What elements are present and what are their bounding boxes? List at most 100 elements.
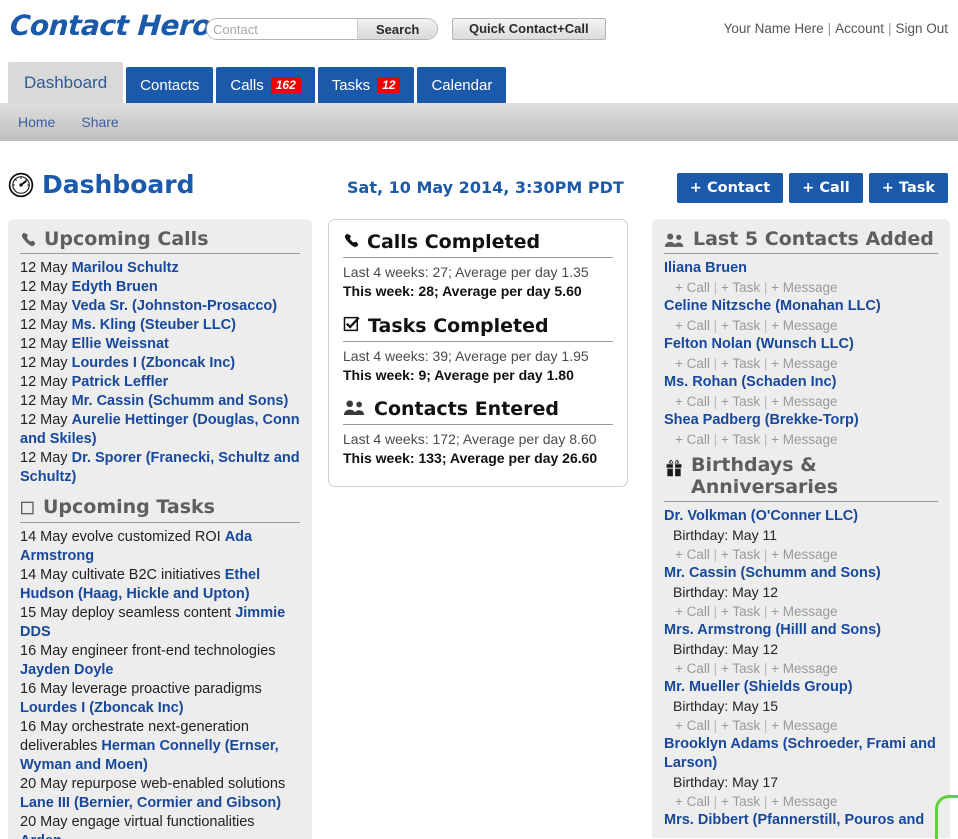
birthday-contact-name-link[interactable]: Dr. Volkman (O'Conner LLC) [664, 507, 938, 526]
account-link[interactable]: Account [835, 21, 884, 36]
tab-calendar[interactable]: Calendar [417, 67, 507, 103]
add-task-link[interactable]: + Task [721, 432, 760, 447]
add-task-link[interactable]: + Task [721, 718, 760, 733]
list-item[interactable]: 16 May orchestrate next-generation deliv… [20, 718, 300, 775]
add-call-link[interactable]: + Call [675, 547, 710, 562]
add-task-link[interactable]: + Task [721, 794, 760, 809]
add-message-link[interactable]: + Message [771, 280, 837, 295]
add-message-link[interactable]: + Message [771, 356, 837, 371]
add-message-link[interactable]: + Message [771, 661, 837, 676]
tab-calls[interactable]: Calls 162 [216, 67, 315, 103]
list-item[interactable]: 16 May engineer front-end technologies J… [20, 642, 300, 680]
birthday-contact-name-link[interactable]: Brooklyn Adams (Schroeder, Frami and Lar… [664, 735, 938, 773]
stat-title: Calls Completed [367, 231, 541, 254]
birthday-contact-name-link[interactable]: Mr. Mueller (Shields Group) [664, 678, 938, 697]
add-call-link[interactable]: + Call [675, 604, 710, 619]
add-message-link[interactable]: + Message [771, 794, 837, 809]
add-call-link[interactable]: + Call [675, 318, 710, 333]
add-call-link[interactable]: + Call [675, 432, 710, 447]
list-item[interactable]: 12 May Marilou Schultz [20, 259, 300, 278]
list-item[interactable]: 20 May repurpose web-enabled solutions L… [20, 775, 300, 813]
item-contact-name[interactable]: Jayden Doyle [20, 662, 114, 678]
user-name-link[interactable]: Your Name Here [724, 21, 824, 36]
search-input[interactable] [207, 19, 357, 39]
item-contact-name[interactable]: Arden [20, 833, 62, 839]
contact-name-link[interactable]: Shea Padberg (Brekke-Torp) [664, 411, 938, 430]
contact-name-link[interactable]: Felton Nolan (Wunsch LLC) [664, 335, 938, 354]
add-call-link[interactable]: + Call [675, 661, 710, 676]
item-contact-name[interactable]: Lourdes I (Zboncak Inc) [72, 355, 236, 371]
add-task-link[interactable]: + Task [721, 661, 760, 676]
add-message-link[interactable]: + Message [771, 718, 837, 733]
item-contact-name[interactable]: Lane III (Bernier, Cormier and Gibson) [20, 795, 281, 811]
list-item[interactable]: 20 May engage virtual functionalities Ar… [20, 813, 300, 839]
add-task-link[interactable]: + Task [721, 547, 760, 562]
add-message-link[interactable]: + Message [771, 547, 837, 562]
list-item[interactable]: 12 May Ms. Kling (Steuber LLC) [20, 316, 300, 335]
tab-tasks[interactable]: Tasks 12 [317, 67, 415, 103]
birthday-contact-name-link[interactable]: Mrs. Dibbert (Pfannerstill, Pouros and [664, 811, 938, 830]
list-item[interactable]: 14 May evolve customized ROI Ada Armstro… [20, 528, 300, 566]
add-task-link[interactable]: + Task [721, 604, 760, 619]
list-item[interactable]: 12 May Edyth Bruen [20, 278, 300, 297]
item-contact-name[interactable]: Lourdes I (Zboncak Inc) [20, 700, 184, 716]
stat-title: Contacts Entered [374, 398, 560, 421]
subnav-item-share[interactable]: Share [81, 114, 118, 130]
add-message-link[interactable]: + Message [771, 604, 837, 619]
add-call-link[interactable]: + Call [675, 794, 710, 809]
add-call-link[interactable]: + Call [675, 718, 710, 733]
birthday-contact-name-link[interactable]: Mrs. Armstrong (Hilll and Sons) [664, 621, 938, 640]
search-button[interactable]: Search [357, 19, 438, 39]
subnav-item-home[interactable]: Home [18, 114, 55, 130]
item-contact-name[interactable]: Edyth Bruen [72, 279, 158, 295]
stat-header: Contacts Entered [343, 399, 613, 425]
app-logo[interactable]: Contact Hero [9, 9, 213, 42]
list-item[interactable]: 12 May Ellie Weissnat [20, 335, 300, 354]
add-task-link[interactable]: + Task [721, 356, 760, 371]
tab-contacts[interactable]: Contacts [126, 67, 214, 103]
list-item[interactable]: 12 May Lourdes I (Zboncak Inc) [20, 354, 300, 373]
add-call-button[interactable]: + Call [789, 173, 863, 203]
birthday-contact-name-link[interactable]: Mr. Cassin (Schumm and Sons) [664, 564, 938, 583]
add-task-link[interactable]: + Task [721, 318, 760, 333]
contact-name-link[interactable]: Celine Nitzsche (Monahan LLC) [664, 297, 938, 316]
stat-title: Tasks Completed [368, 314, 549, 337]
add-call-link[interactable]: + Call [675, 394, 710, 409]
list-item[interactable]: 16 May leverage proactive paradigms Lour… [20, 680, 300, 718]
contact-name-link[interactable]: Iliana Bruen [664, 259, 938, 278]
add-contact-button[interactable]: + Contact [676, 173, 784, 203]
list-item[interactable]: 12 May Aurelie Hettinger (Douglas, Conn … [20, 411, 300, 449]
add-task-button[interactable]: + Task [868, 173, 948, 203]
birthdays-list: Dr. Volkman (O'Conner LLC) Birthday: May … [664, 507, 938, 830]
contact-name-link[interactable]: Ms. Rohan (Schaden Inc) [664, 373, 938, 392]
link-separator: | [713, 603, 718, 619]
add-call-link[interactable]: + Call [675, 356, 710, 371]
item-contact-name[interactable]: Mr. Cassin (Schumm and Sons) [72, 393, 289, 409]
item-contact-name[interactable]: Marilou Schultz [72, 260, 179, 276]
tab-label: Calendar [431, 76, 493, 94]
add-message-link[interactable]: + Message [771, 432, 837, 447]
list-item[interactable]: 12 May Mr. Cassin (Schumm and Sons) [20, 392, 300, 411]
tab-label: Calls [230, 76, 264, 94]
add-message-link[interactable]: + Message [771, 394, 837, 409]
list-item[interactable]: 15 May deploy seamless content Jimmie DD… [20, 604, 300, 642]
tab-dashboard[interactable]: Dashboard [8, 62, 124, 103]
phone-icon [343, 232, 360, 254]
add-task-link[interactable]: + Task [721, 280, 760, 295]
item-contact-name[interactable]: Veda Sr. (Johnston-Prosacco) [72, 298, 277, 314]
statistics-panel: Calls Completed Last 4 weeks: 27; Average… [328, 219, 628, 487]
add-call-link[interactable]: + Call [675, 280, 710, 295]
sign-out-link[interactable]: Sign Out [895, 21, 948, 36]
list-item[interactable]: 12 May Dr. Sporer (Franecki, Schultz and… [20, 449, 300, 487]
item-contact-name[interactable]: Ellie Weissnat [72, 336, 169, 352]
list-item[interactable]: 14 May cultivate B2C initiatives Ethel H… [20, 566, 300, 604]
list-item[interactable]: 12 May Patrick Leffler [20, 373, 300, 392]
add-message-link[interactable]: + Message [771, 318, 837, 333]
item-date-text: 12 May [20, 298, 72, 315]
item-date-text: 15 May deploy seamless content [20, 604, 236, 621]
item-contact-name[interactable]: Patrick Leffler [72, 374, 169, 390]
list-item[interactable]: 12 May Veda Sr. (Johnston-Prosacco) [20, 297, 300, 316]
quick-contact-call-button[interactable]: Quick Contact+Call [452, 18, 606, 40]
item-contact-name[interactable]: Ms. Kling (Steuber LLC) [72, 317, 236, 333]
add-task-link[interactable]: + Task [721, 394, 760, 409]
